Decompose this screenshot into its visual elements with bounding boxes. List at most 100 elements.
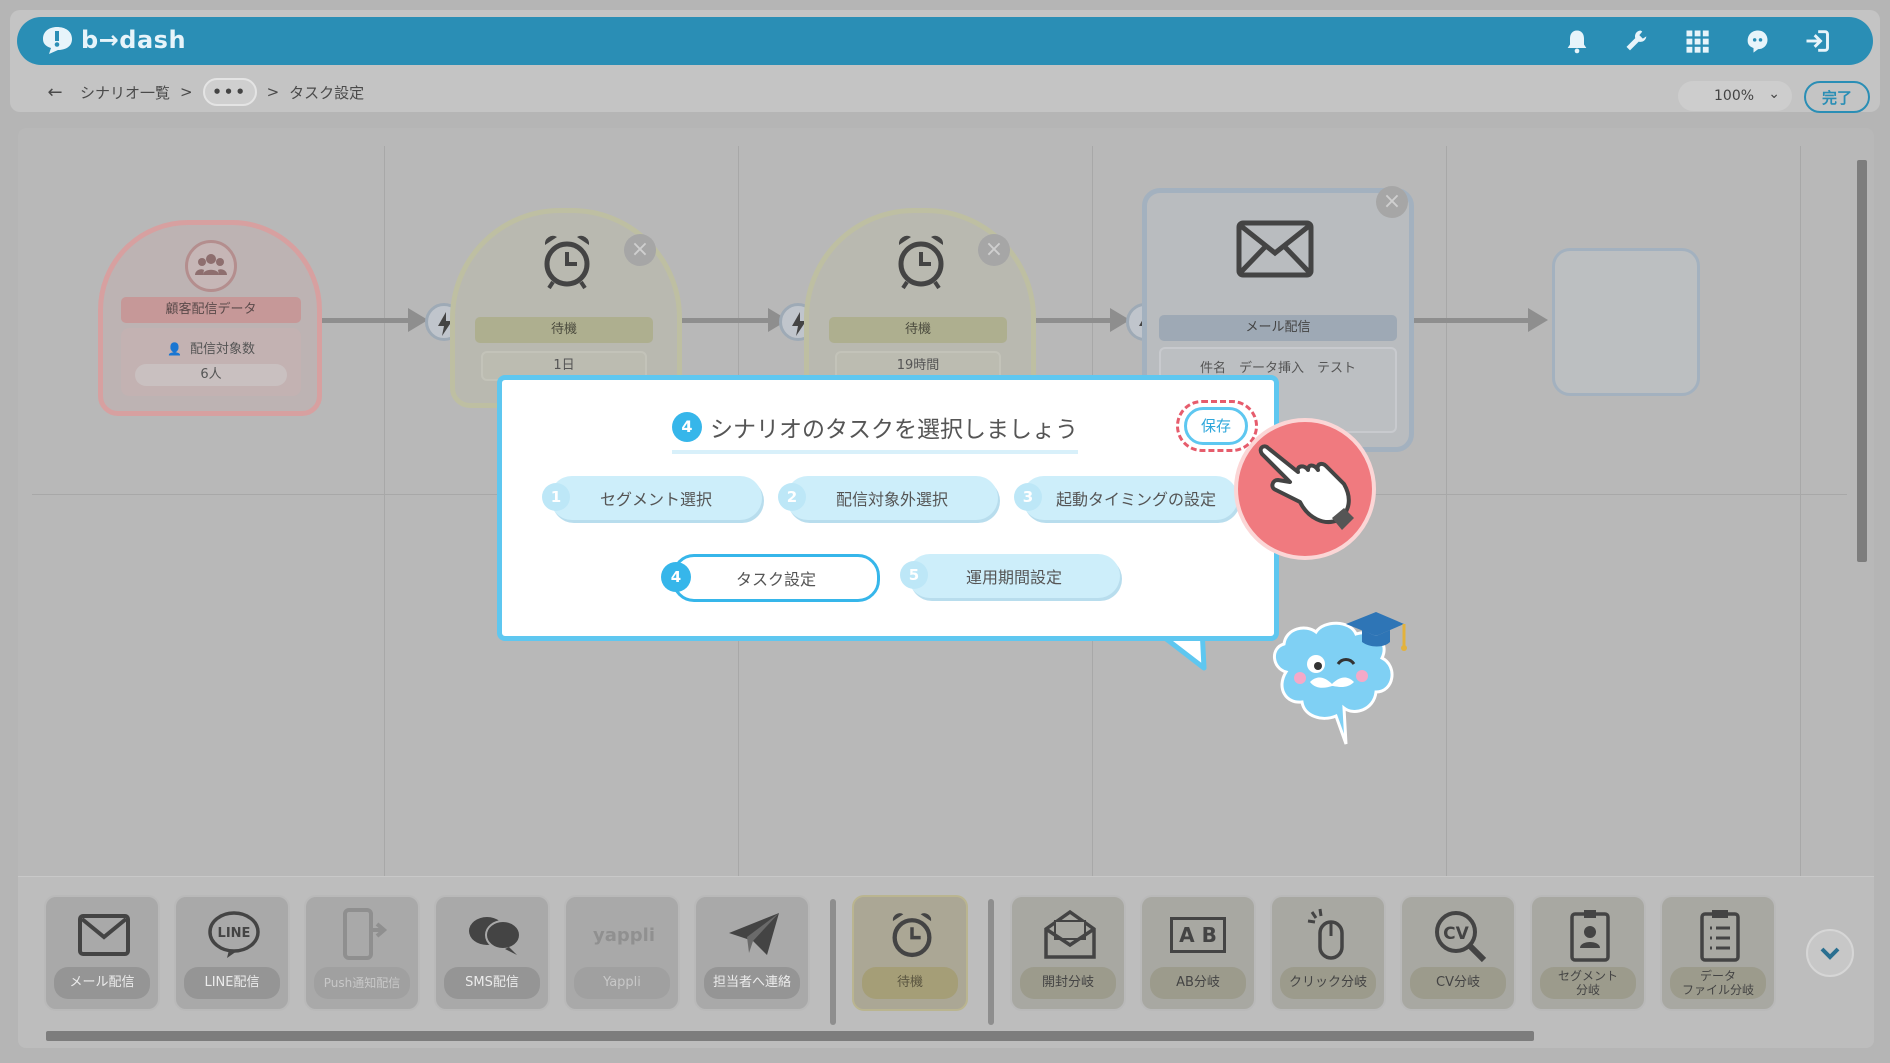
chevron-down-icon: ⌄: [1768, 86, 1780, 102]
wait-node-title: 待機: [829, 317, 1007, 343]
palette-item-label: SMS配信: [444, 967, 540, 999]
svg-text:CV: CV: [1443, 924, 1469, 944]
start-node[interactable]: 顧客配信データ 👤 配信対象数 6人: [98, 220, 322, 416]
bell-icon[interactable]: [1561, 25, 1593, 57]
palette-item-label: 待機: [862, 967, 958, 999]
tutorial-popup: 4 シナリオのタスクを選択しましょう 保存 1 セグメント選択 2 配信対象外選…: [497, 375, 1279, 641]
alarm-clock-icon: [544, 235, 590, 290]
cv-search-icon: CV: [1430, 907, 1490, 963]
breadcrumb: ← シナリオ一覧 > ••• > タスク設定: [40, 78, 364, 106]
logo[interactable]: b→dash: [39, 25, 186, 55]
palette-item-click-branch[interactable]: クリック分岐: [1270, 895, 1386, 1011]
palette-item-label: AB分岐: [1150, 967, 1246, 999]
sms-icon: [464, 907, 524, 963]
palette-item-contact[interactable]: 担当者へ連絡: [694, 895, 810, 1011]
palette-item-ab-branch[interactable]: A B AB分岐: [1140, 895, 1256, 1011]
palette-item-label: Yappli: [574, 967, 670, 999]
logout-icon[interactable]: [1801, 25, 1833, 57]
delete-node-button[interactable]: ×: [978, 234, 1010, 266]
mail-node-title: メール配信: [1159, 315, 1397, 341]
delete-node-button[interactable]: ×: [624, 234, 656, 266]
palette-item-open-branch[interactable]: 開封分岐: [1010, 895, 1126, 1011]
tutorial-step-label: セグメント選択: [599, 490, 712, 509]
start-node-count-value: 6人: [135, 364, 287, 386]
palette-item-sms[interactable]: SMS配信: [434, 895, 550, 1011]
palette-divider: [988, 899, 994, 1025]
grid-line: [1446, 146, 1447, 876]
svg-text:LINE: LINE: [218, 926, 251, 941]
palette-item-label: メール配信: [54, 967, 150, 999]
connector-arrow: [1402, 318, 1530, 323]
palette-item-datafile-branch[interactable]: データ ファイル分岐: [1660, 895, 1776, 1011]
mascot-character: [1273, 612, 1407, 745]
palette-item-cv-branch[interactable]: CV CV分岐: [1400, 895, 1516, 1011]
tutorial-step-number: 5: [900, 561, 928, 589]
tutorial-step-active[interactable]: 4 タスク設定: [661, 554, 880, 602]
breadcrumb-separator: >: [266, 83, 280, 101]
breadcrumb-ellipsis-button[interactable]: •••: [202, 78, 257, 106]
yappli-logo: yappli: [593, 924, 655, 946]
tutorial-step-number: 3: [1014, 483, 1042, 511]
zoom-select[interactable]: 100% ⌄: [1678, 81, 1792, 111]
breadcrumb-current: タスク設定: [289, 83, 365, 102]
breadcrumb-separator: >: [180, 83, 193, 101]
connector-arrow: [682, 318, 774, 323]
start-node-title: 顧客配信データ: [121, 297, 301, 323]
breadcrumb-root[interactable]: シナリオ一覧: [80, 82, 170, 103]
popup-title-text: シナリオのタスクを選択しましょう: [710, 417, 1078, 443]
tutorial-step[interactable]: 5 運用期間設定: [900, 554, 1120, 598]
tutorial-step-label: 配信対象外選択: [835, 490, 948, 509]
ab-icon: A B: [1170, 917, 1226, 953]
tutorial-step[interactable]: 2 配信対象外選択: [778, 476, 998, 520]
palette-item-push[interactable]: Push通知配信: [304, 895, 420, 1011]
top-bar: b→dash: [17, 17, 1873, 65]
tutorial-step-label: 運用期間設定: [965, 568, 1062, 587]
tutorial-step-label: タスク設定: [735, 570, 816, 589]
tutorial-step[interactable]: 3 起動タイミングの設定: [1014, 476, 1238, 520]
popup-title: 4 シナリオのタスクを選択しましょう: [672, 410, 1078, 454]
vertical-scrollbar[interactable]: [1854, 148, 1868, 888]
palette-expand-button[interactable]: [1806, 929, 1854, 977]
horizontal-scrollbar[interactable]: [30, 1029, 1792, 1043]
palette-item-mail[interactable]: メール配信: [44, 895, 160, 1011]
palette-item-label: LINE配信: [184, 967, 280, 999]
vertical-scrollbar-thumb[interactable]: [1857, 160, 1867, 562]
logo-bubble-icon: [43, 27, 72, 54]
mouse-click-icon: [1300, 907, 1360, 963]
delete-node-button[interactable]: ×: [1376, 186, 1408, 218]
start-node-count-label: 👤 配信対象数: [167, 342, 255, 357]
chevron-down-icon: [1820, 947, 1840, 960]
tutorial-step-number: 1: [542, 483, 570, 511]
support-icon[interactable]: [1741, 25, 1773, 57]
palette-item-label: Push通知配信: [314, 967, 410, 999]
palette-item-line[interactable]: LINE LINE配信: [174, 895, 290, 1011]
app-header: b→dash ← シナリオ一覧 > ••• > タスク設定 100% ⌄ 完了: [10, 10, 1880, 113]
tutorial-step-label: 起動タイミングの設定: [1055, 490, 1216, 509]
logo-text: b→dash: [81, 26, 187, 54]
mail-icon: [74, 907, 134, 963]
clipboard-icon: [1690, 907, 1750, 963]
palette-item-label: セグメント 分岐: [1540, 967, 1636, 999]
palette-item-segment-branch[interactable]: セグメント 分岐: [1530, 895, 1646, 1011]
back-arrow-icon[interactable]: ←: [40, 82, 70, 103]
palette-item-label: 担当者へ連絡: [704, 967, 800, 999]
horizontal-scrollbar-thumb[interactable]: [46, 1031, 1534, 1041]
tutorial-step[interactable]: 1 セグメント選択: [542, 476, 762, 520]
palette-item-wait[interactable]: 待機: [852, 895, 968, 1011]
grid-line: [384, 146, 385, 876]
push-icon: [334, 907, 394, 963]
task-palette: メール配信 LINE LINE配信 Push通知配信 SMS配信 yappli …: [18, 876, 1874, 1048]
wrench-icon[interactable]: [1621, 25, 1653, 57]
connector-arrow: [1036, 318, 1116, 323]
connector-arrow: [322, 318, 414, 323]
grid-icon[interactable]: [1681, 25, 1713, 57]
start-node-body: 👤 配信対象数 6人: [121, 328, 301, 396]
done-button[interactable]: 完了: [1804, 81, 1870, 113]
alarm-clock-icon: [882, 907, 942, 963]
pointing-hand-icon: [1234, 418, 1376, 560]
palette-item-yappli[interactable]: yappli Yappli: [564, 895, 680, 1011]
step-number-badge: 4: [672, 412, 702, 442]
users-icon: [185, 240, 237, 292]
wait-node-title: 待機: [475, 317, 653, 343]
empty-node-slot[interactable]: [1552, 248, 1700, 396]
